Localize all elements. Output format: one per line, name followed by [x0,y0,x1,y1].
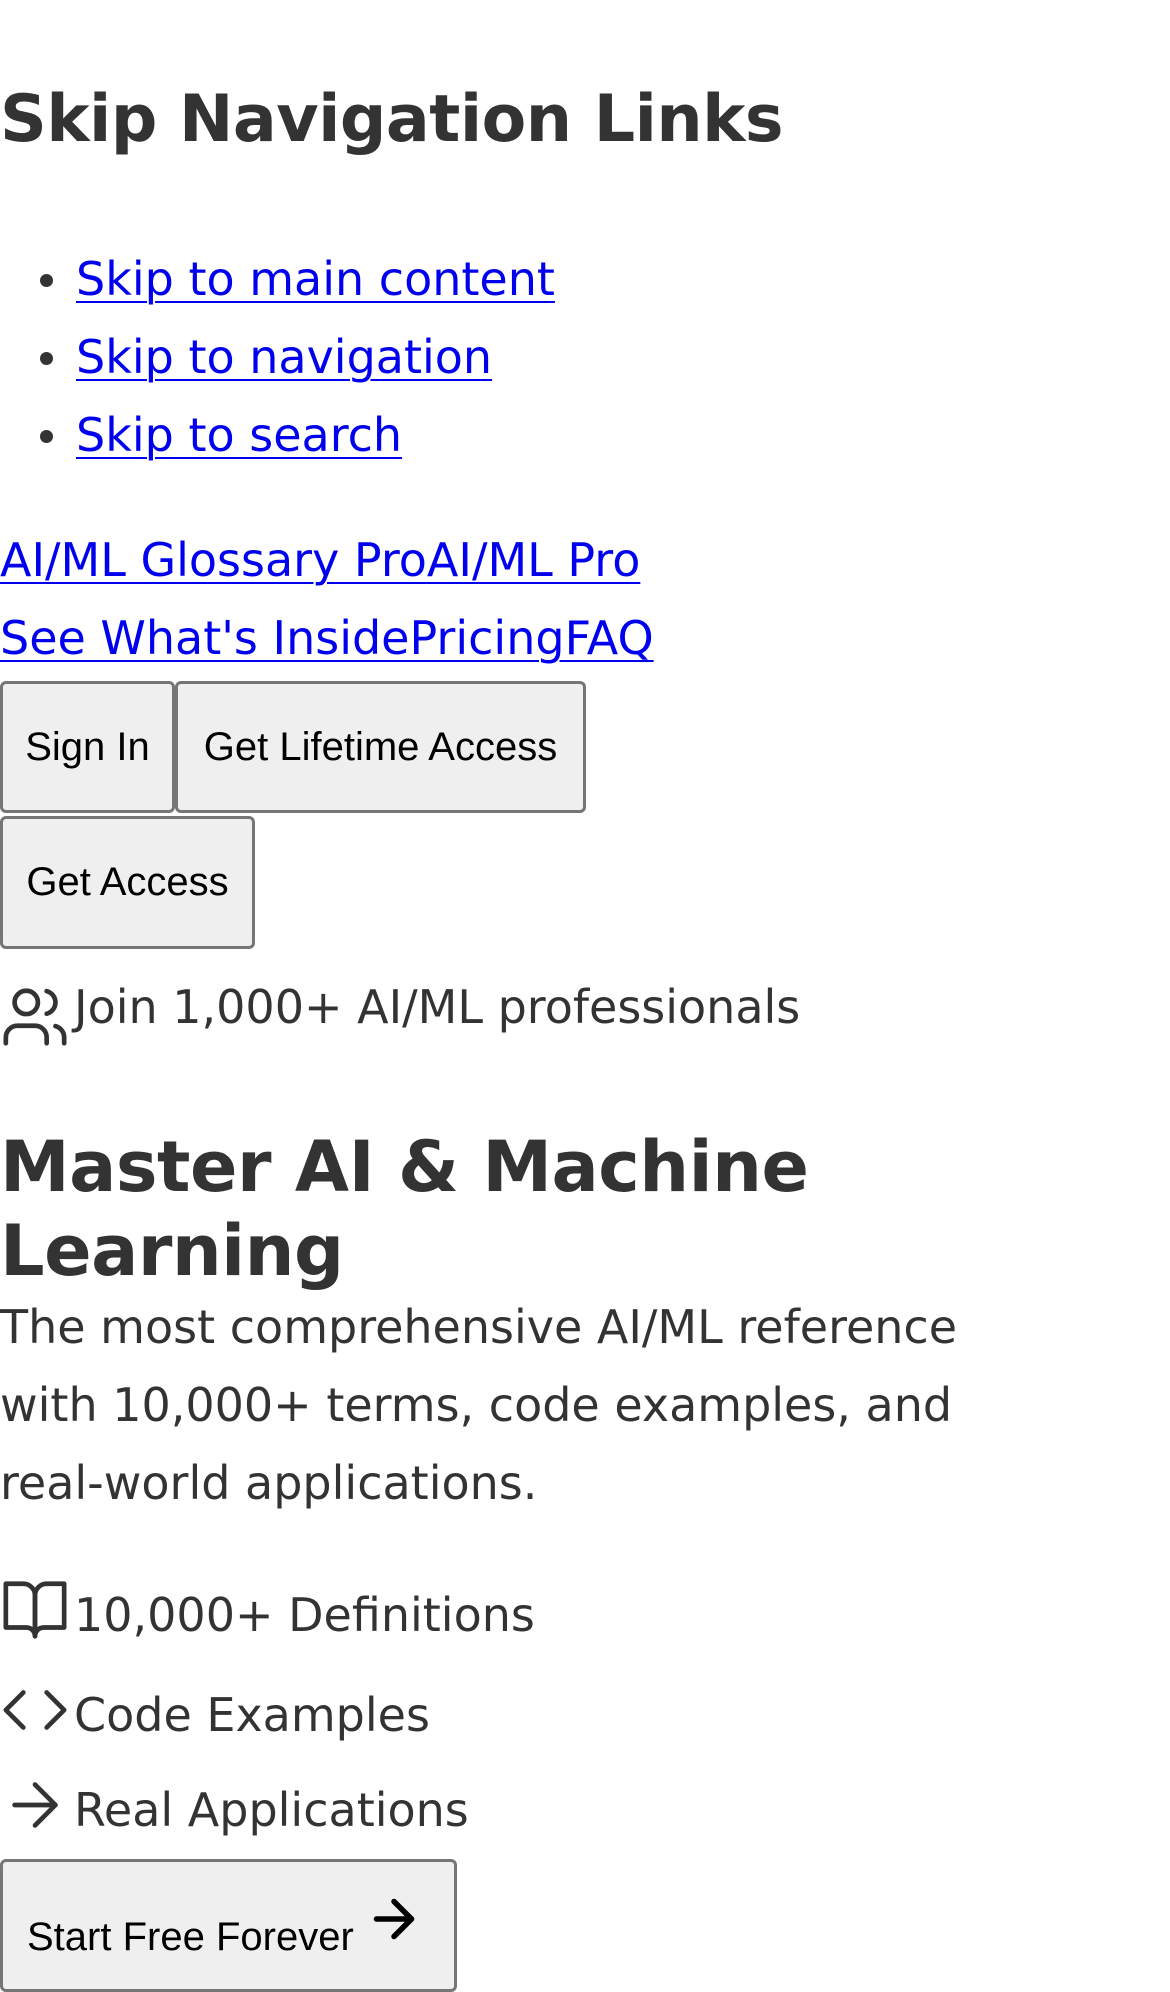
feature-definitions: 10,000+ Definitions [0,1575,535,1645]
hero-description: The most comprehensive AI/ML reference w… [0,1300,958,1510]
list-item: Skip to search [40,396,555,474]
brand-row: AI/ML Glossary ProAI/ML Pro [0,522,640,598]
main-nav: See What's InsidePricingFAQ [0,600,654,676]
sign-in-button[interactable]: Sign In [0,681,175,813]
skip-to-navigation-link[interactable]: Skip to navigation [76,330,492,384]
social-proof-text: Join 1,000+ AI/ML professionals [74,980,801,1034]
hero-title: Master AI & Machine Learning [0,1126,809,1292]
feature-label: Real Applications [74,1783,469,1837]
get-lifetime-access-button[interactable]: Get Lifetime Access [175,681,586,813]
arrow-right-icon [0,1770,70,1840]
feature-real-applications: Real Applications [0,1770,469,1840]
brand-name: AI/ML Glossary Pro [0,533,427,587]
code-icon [0,1675,70,1745]
cta-label: Start Free Forever [27,1915,354,1959]
nav-link-pricing[interactable]: Pricing [410,611,565,665]
nav-link-faq[interactable]: FAQ [565,611,654,665]
skip-nav-list: Skip to main content Skip to navigation … [0,240,555,474]
get-access-button[interactable]: Get Access [0,816,255,949]
skip-to-search-link[interactable]: Skip to search [76,408,402,462]
arrow-right-icon [364,1889,424,1949]
social-proof: Join 1,000+ AI/ML professionals [0,952,800,1052]
list-item: Skip to main content [40,240,555,318]
feature-label: 10,000+ Definitions [74,1588,535,1642]
feature-code-examples: Code Examples [0,1675,430,1745]
brand-logo-link[interactable]: AI/ML Glossary ProAI/ML Pro [0,533,640,587]
start-free-forever-button[interactable]: Start Free Forever [0,1859,457,1992]
list-item: Skip to navigation [40,318,555,396]
book-open-icon [0,1575,70,1645]
users-icon [0,982,70,1052]
brand-pro-name: AI/ML Pro [426,533,641,587]
nav-link-inside[interactable]: See What's Inside [0,611,410,665]
feature-label: Code Examples [74,1688,430,1742]
skip-to-main-link[interactable]: Skip to main content [76,252,555,306]
skip-nav-heading: Skip Navigation Links [0,82,784,157]
page: Skip Navigation Links Skip to main conte… [0,0,1170,1992]
